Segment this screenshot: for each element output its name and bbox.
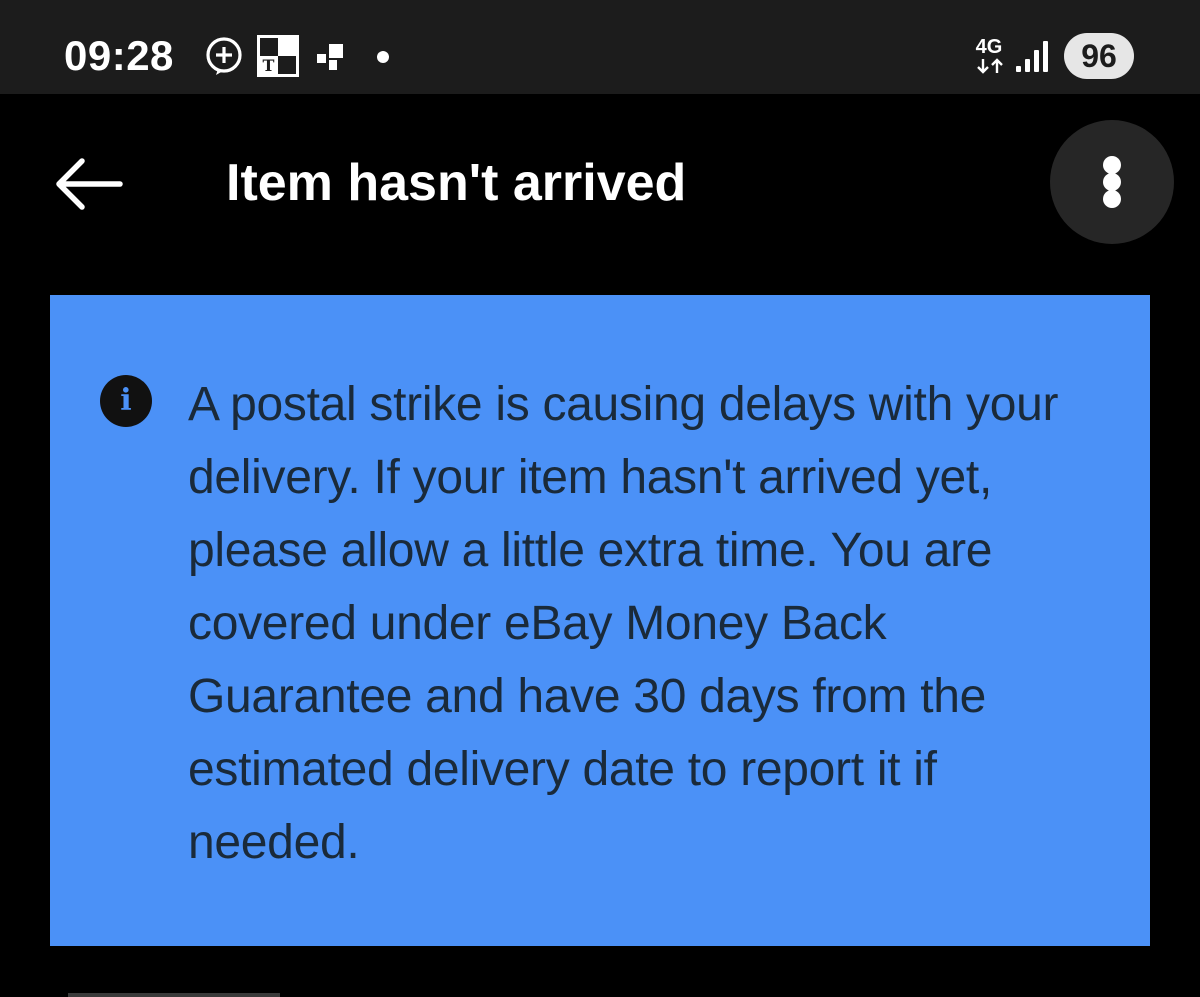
info-banner: i A postal strike is causing delays with…	[50, 295, 1150, 946]
kebab-dot	[1103, 190, 1121, 208]
battery-level: 96	[1064, 33, 1134, 79]
kebab-dot	[1103, 156, 1121, 174]
more-options-button[interactable]	[1050, 120, 1174, 244]
info-icon: i	[100, 375, 152, 427]
screen: 09:28 T 4G 96 Item hasn't arrived i A po…	[0, 0, 1200, 997]
plus-bubble-icon	[206, 37, 242, 75]
data-activity-icon	[977, 58, 1003, 74]
signal-strength-icon	[1016, 41, 1048, 72]
back-arrow-icon	[56, 158, 123, 210]
network-type: 4G	[975, 36, 1003, 58]
svg-text:T: T	[263, 56, 275, 75]
squares-icon	[317, 44, 343, 70]
next-section-edge	[68, 993, 280, 997]
banner-message: A postal strike is causing delays with y…	[188, 378, 1059, 869]
status-time: 09:28	[64, 32, 174, 79]
kebab-dot	[1103, 173, 1121, 191]
notification-dot-icon	[377, 51, 389, 63]
nyt-games-icon: T	[257, 35, 299, 77]
page-title: Item hasn't arrived	[226, 154, 687, 212]
status-bar: 09:28 T 4G 96	[0, 0, 1200, 94]
back-button[interactable]	[50, 150, 126, 218]
